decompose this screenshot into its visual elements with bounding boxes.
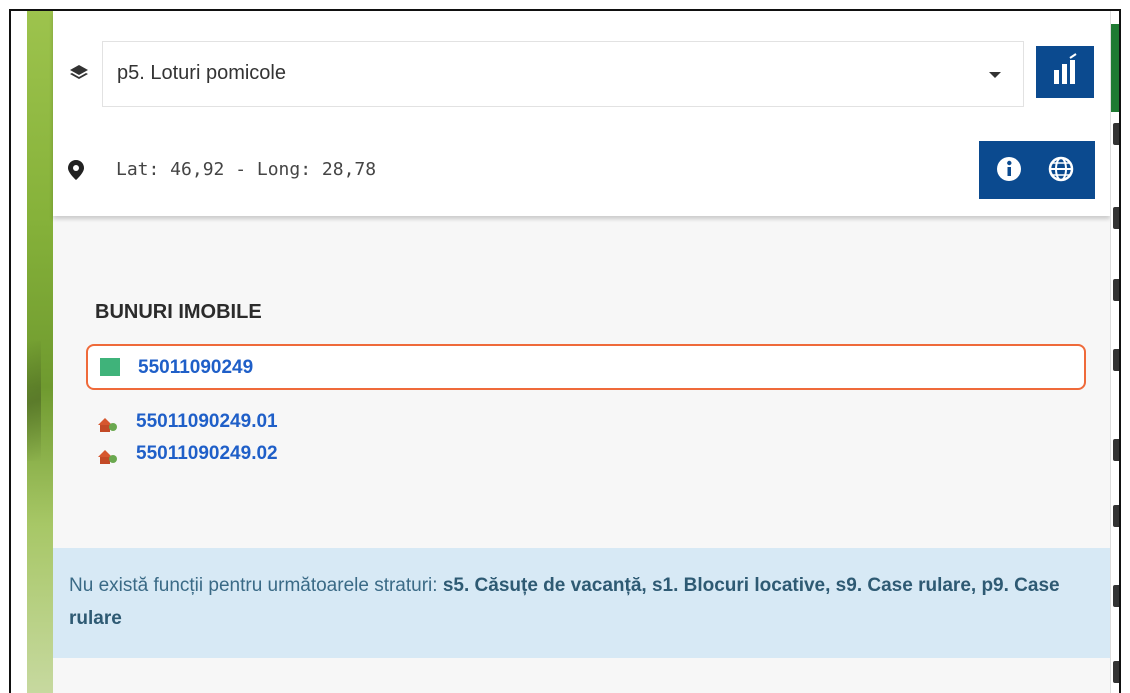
- map-pin-icon: [68, 160, 84, 180]
- info-panel: p5. Loturi pomicole Lat: 46,92 - Long: 2…: [53, 11, 1110, 693]
- toolbar-tab[interactable]: [1111, 24, 1119, 112]
- toolbar-icon[interactable]: [1113, 505, 1119, 527]
- layer-select-value: p5. Loturi pomicole: [117, 62, 286, 84]
- toolbar-icon[interactable]: [1113, 207, 1119, 229]
- coordinates-row: Lat: 46,92 - Long: 28,78: [53, 141, 1110, 201]
- notice-text: Nu există funcții pentru următoarele str…: [69, 569, 1079, 635]
- building-link[interactable]: 55011090249.01: [136, 411, 278, 433]
- globe-icon[interactable]: [1047, 155, 1075, 183]
- coordinates-text: Lat: 46,92 - Long: 28,78: [116, 159, 377, 180]
- no-functions-notice: Nu există funcții pentru următoarele str…: [53, 548, 1110, 658]
- layer-chart-button[interactable]: [1036, 46, 1094, 98]
- map-view-edge[interactable]: [27, 11, 53, 693]
- layer-row: p5. Loturi pomicole: [53, 41, 1110, 109]
- chevron-down-icon: [989, 72, 1001, 78]
- right-toolbar: [1110, 11, 1119, 693]
- parcel-square-icon: [100, 358, 120, 376]
- query-card: p5. Loturi pomicole Lat: 46,92 - Long: 2…: [53, 11, 1110, 216]
- parcel-link[interactable]: 55011090249: [138, 357, 253, 379]
- building-link[interactable]: 55011090249.02: [136, 443, 278, 465]
- app-frame: p5. Loturi pomicole Lat: 46,92 - Long: 2…: [9, 9, 1121, 693]
- section-title: BUNURI IMOBILE: [95, 301, 262, 323]
- parcel-item-selected[interactable]: 55011090249: [86, 344, 1086, 390]
- map-tools-group: [979, 141, 1095, 199]
- house-icon: [96, 447, 118, 465]
- info-icon[interactable]: [995, 155, 1023, 183]
- toolbar-icon[interactable]: [1113, 279, 1119, 301]
- bar-chart-icon: [1054, 53, 1077, 84]
- toolbar-icon[interactable]: [1113, 123, 1119, 145]
- notice-prefix: Nu există funcții pentru următoarele str…: [69, 575, 438, 596]
- building-item: 55011090249.02: [96, 442, 496, 468]
- toolbar-icon[interactable]: [1113, 585, 1119, 607]
- layers-icon: [69, 63, 89, 83]
- layer-select[interactable]: p5. Loturi pomicole: [102, 41, 1024, 107]
- toolbar-icon[interactable]: [1113, 439, 1119, 461]
- toolbar-icon[interactable]: [1113, 349, 1119, 371]
- house-icon: [96, 415, 118, 433]
- toolbar-icon[interactable]: [1113, 661, 1119, 683]
- building-item: 55011090249.01: [96, 410, 496, 436]
